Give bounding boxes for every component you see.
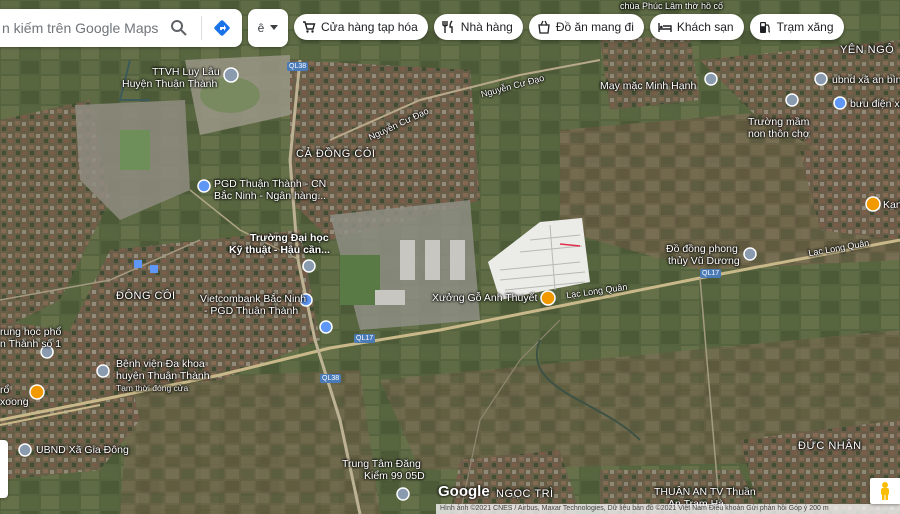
label-rong: rổ xyxy=(0,384,10,396)
label-may-mac: May mặc Minh Hạnh xyxy=(600,80,697,92)
label-ql38-b: QL38 xyxy=(320,374,342,383)
label-truong-mn-1: Trường mầm xyxy=(748,116,810,128)
attribution-bar: Hình ảnh ©2021 CNES / Airbus, Maxar Tech… xyxy=(436,504,900,514)
gas-station-icon xyxy=(759,22,770,33)
category-chips: Cửa hàng tạp hóa Nhà hàng Đồ ăn mang đi … xyxy=(294,14,844,40)
label-ubnd-gd: UBND Xã Gia Đông xyxy=(36,444,129,456)
hotel-icon xyxy=(658,23,672,32)
chip-takeout[interactable]: Đồ ăn mang đi xyxy=(528,14,644,40)
poi-pin-may-mac[interactable] xyxy=(704,72,718,86)
label-truong-mn-2: non thôn chợ xyxy=(748,128,810,140)
poi-pin-do-dong[interactable] xyxy=(743,247,757,261)
cart-icon xyxy=(303,21,316,33)
label-benh-vien-3: Tạm thời đóng cửa xyxy=(116,383,189,393)
label-trung-tam-2: Kiểm 99 05D xyxy=(364,470,425,482)
poi-pin-restaurant-left[interactable] xyxy=(29,384,45,400)
takeout-icon xyxy=(538,20,550,34)
label-ql38: QL38 xyxy=(287,62,309,71)
label-xoong: xoong xyxy=(0,396,29,408)
poi-pin-truong-dh[interactable] xyxy=(302,259,316,273)
poi-pin-xuong-go[interactable] xyxy=(540,290,556,306)
collapse-icon: ê xyxy=(257,21,265,35)
collapse-panel-button[interactable]: ê xyxy=(248,9,288,47)
chip-hotel-label: Khách sạn xyxy=(676,20,734,34)
label-ca-dong-coi: CẢ ĐỒNG CỎI xyxy=(296,148,376,160)
label-duc-nhan: ĐỨC NHÂN xyxy=(798,440,862,452)
chip-gas-label: Trạm xăng xyxy=(776,20,834,34)
label-vcb-2: - PGD Thuận Thành xyxy=(204,305,299,317)
label-ubnd-top: ubnd xã an bìn xyxy=(832,74,900,86)
label-pgd-2: Bắc Ninh - Ngân hàng... xyxy=(214,190,327,202)
label-dong-coi: ĐÔNG CÔI xyxy=(116,290,176,302)
poi-pin-ubnd-top[interactable] xyxy=(814,72,828,86)
chip-grocery-label: Cửa hàng tạp hóa xyxy=(321,20,418,34)
label-truong-hoc-2: n Thành số 1 xyxy=(0,338,62,350)
layers-toggle-edge[interactable] xyxy=(0,440,8,498)
poi-pin-trung-tam[interactable] xyxy=(396,487,410,501)
poi-pin-bank2[interactable] xyxy=(319,320,333,334)
search-input[interactable]: n kiếm trên Google Maps xyxy=(0,20,163,36)
label-chua: chùa Phúc Lâm thờ hồ cố xyxy=(620,1,723,11)
label-ql17-b: QL17 xyxy=(700,269,722,278)
google-logo: Google xyxy=(438,483,490,500)
search-box: n kiếm trên Google Maps xyxy=(0,9,242,47)
chip-restaurant[interactable]: Nhà hàng xyxy=(433,14,523,40)
label-benh-vien-2: huyện Thuận Thành xyxy=(116,370,210,382)
directions-icon[interactable] xyxy=(202,9,242,47)
label-vcb-1: Vietcombank Bắc Ninh xyxy=(200,293,307,305)
pegman-icon[interactable] xyxy=(870,478,900,504)
label-ngoc-tri: NGỌC TRÌ xyxy=(496,488,554,500)
label-pgd-1: PGD Thuận Thành - CN xyxy=(214,178,327,190)
label-xuong-go: Xưởng Gỗ Anh Thuyết xyxy=(432,292,538,304)
label-buu-dien: bưu điện xã xyxy=(850,98,900,110)
poi-pin-truong-mn[interactable] xyxy=(785,93,799,107)
label-ql17-a: QL17 xyxy=(354,334,376,343)
poi-pin-pgd[interactable] xyxy=(197,179,211,193)
label-ttvh: TTVH Luy Lâu xyxy=(152,66,220,78)
label-do-dong-2: thủy Vũ Dương xyxy=(668,255,740,267)
poi-pin-bus2[interactable] xyxy=(150,265,158,273)
chevron-down-icon xyxy=(270,25,279,30)
label-thuan-an-1: THUẬN AN TV Thuần xyxy=(654,486,756,498)
label-truong-dh-2: Kỹ thuật - Hậu cần... xyxy=(229,244,330,256)
chip-gas[interactable]: Trạm xăng xyxy=(749,14,844,40)
restaurant-icon xyxy=(442,20,453,33)
label-truong-dh-1: Trường Đại học xyxy=(250,232,329,244)
label-trung-tam-1: Trung Tâm Đăng xyxy=(342,458,421,470)
poi-pin-bus1[interactable] xyxy=(134,260,142,268)
search-icon[interactable] xyxy=(169,18,189,38)
poi-pin-kan[interactable] xyxy=(865,196,881,212)
chip-grocery[interactable]: Cửa hàng tạp hóa xyxy=(294,14,428,40)
chip-restaurant-label: Nhà hàng xyxy=(460,20,513,34)
label-do-dong-1: Đồ đồng phong xyxy=(666,243,738,255)
poi-pin-ttvh[interactable] xyxy=(223,67,239,83)
label-huyen-tt: Huyện Thuận Thành xyxy=(122,78,218,90)
poi-pin-ubnd-gd[interactable] xyxy=(18,443,32,457)
chip-hotel[interactable]: Khách sạn xyxy=(649,14,744,40)
label-yen-ngo: YÊN NGÔ xyxy=(840,44,895,56)
label-kan: Kan xyxy=(883,199,900,211)
poi-pin-buu-dien[interactable] xyxy=(833,96,847,110)
chip-takeout-label: Đồ ăn mang đi xyxy=(555,20,634,34)
poi-pin-hospital[interactable] xyxy=(96,364,110,378)
label-truong-hoc-1: rung học phổ xyxy=(0,326,62,338)
label-benh-vien-1: Bệnh viện Đa khoa xyxy=(116,358,205,370)
